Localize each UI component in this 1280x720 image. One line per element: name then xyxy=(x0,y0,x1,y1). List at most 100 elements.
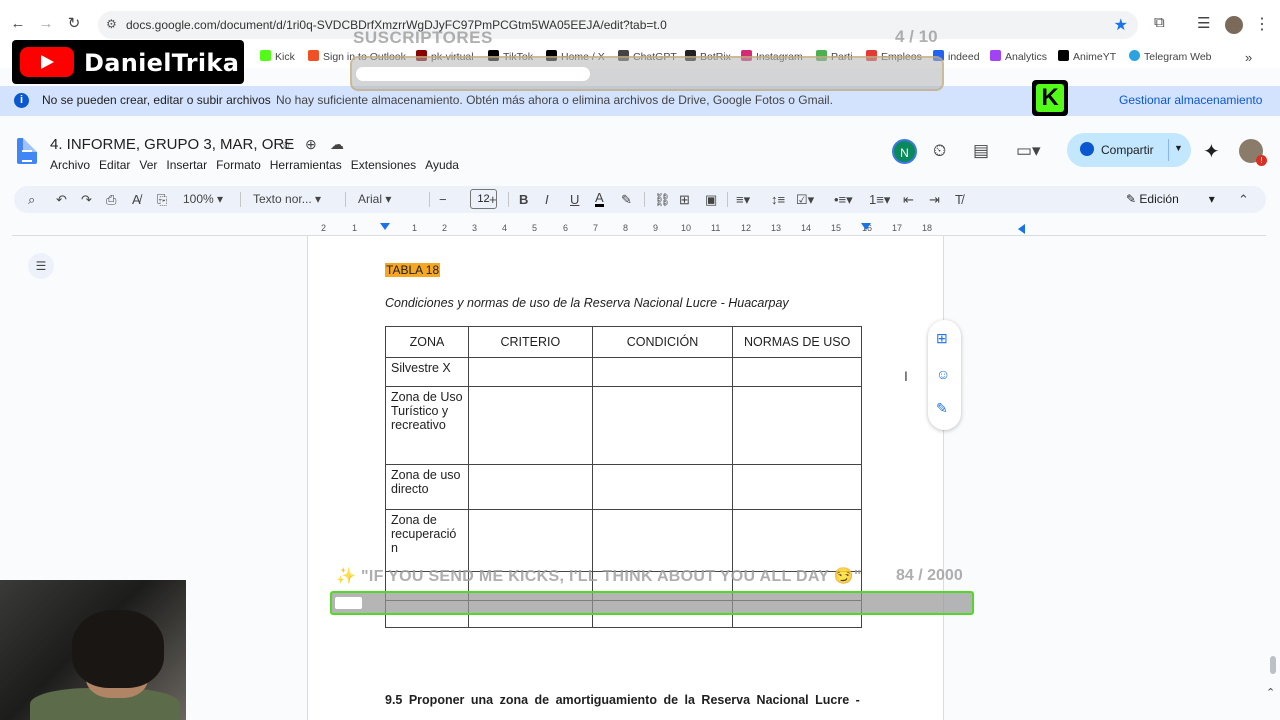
decrease-font-icon[interactable]: − xyxy=(439,192,447,207)
increase-font-icon[interactable]: + xyxy=(489,192,497,207)
style-select[interactable]: Texto nor... ▾ xyxy=(253,192,321,206)
header-criterio[interactable]: CRITERIO xyxy=(467,326,593,358)
add-comment-icon[interactable]: ⊞ xyxy=(936,330,948,347)
profile-avatar[interactable] xyxy=(1225,16,1243,34)
table-caption[interactable]: Condiciones y normas de uso de la Reserv… xyxy=(385,296,789,310)
italic-icon[interactable]: I xyxy=(545,192,549,207)
editing-toolbar: ⌕ ↶ ↷ ⎙ A̸ ⎘ 100% ▾ Texto nor... ▾ Arial… xyxy=(14,186,1266,213)
paint-format-icon[interactable]: ⎘ xyxy=(157,192,167,208)
table-label[interactable]: TABLA 18 xyxy=(385,263,441,277)
bullet-list-icon[interactable]: •≡▾ xyxy=(834,192,853,208)
share-button[interactable]: Compartir ▼ xyxy=(1067,133,1191,167)
address-bar[interactable]: ⚙ docs.google.com/document/d/1ri0q-SVDCB… xyxy=(98,11,1138,39)
document-outline-icon[interactable]: ☰ xyxy=(28,253,54,279)
menu-formato[interactable]: Formato xyxy=(216,158,261,172)
header-condicion[interactable]: CONDICIÓN xyxy=(591,326,734,358)
comments-icon[interactable]: ▤ xyxy=(973,141,989,161)
redo-icon[interactable]: ↷ xyxy=(81,192,92,208)
collaborator-avatar[interactable]: N xyxy=(892,139,917,164)
align-icon[interactable]: ≡▾ xyxy=(736,192,750,208)
print-icon[interactable]: ⎙ xyxy=(106,192,116,208)
menu-ver[interactable]: Ver xyxy=(139,158,157,172)
add-comment-icon[interactable]: ⊞ xyxy=(679,192,690,208)
bookmark-kick[interactable]: Kick xyxy=(260,50,295,63)
manage-storage-link[interactable]: Gestionar almacenamiento xyxy=(1119,93,1262,107)
table-cell[interactable] xyxy=(591,357,734,387)
section-heading[interactable]: 9.5 Proponer una zona de amortiguamiento… xyxy=(385,693,867,707)
numbered-list-icon[interactable]: 1≡▾ xyxy=(869,192,890,208)
bookmark-telegram[interactable]: Telegram Web xyxy=(1129,50,1212,63)
table-cell[interactable]: Silvestre X xyxy=(385,357,469,387)
table-cell[interactable] xyxy=(591,509,734,572)
table-cell[interactable]: Zona de recuperació n xyxy=(385,509,469,572)
editing-mode-select[interactable]: ✎ Edición ▾ xyxy=(1126,192,1215,206)
gemini-icon[interactable]: ✦ xyxy=(1203,139,1220,164)
table-cell[interactable] xyxy=(591,464,734,510)
table-cell[interactable] xyxy=(467,386,593,465)
menu-extensiones[interactable]: Extensiones xyxy=(351,158,416,172)
link-icon[interactable]: ⛓ xyxy=(654,192,671,208)
table-cell[interactable] xyxy=(467,464,593,510)
site-info-icon[interactable]: ⚙ xyxy=(106,17,117,31)
text-color-icon[interactable]: A xyxy=(595,191,604,207)
menu-editar[interactable]: Editar xyxy=(99,158,130,172)
insert-image-icon[interactable]: ▣ xyxy=(705,192,717,208)
bookmark-animeyt[interactable]: AnimeYT xyxy=(1058,50,1116,63)
clear-formatting-icon[interactable]: T̸ xyxy=(955,192,963,207)
extensions-icon[interactable]: ⧉ xyxy=(1154,14,1165,31)
menu-insertar[interactable]: Insertar xyxy=(166,158,207,172)
left-indent-marker[interactable] xyxy=(380,223,390,230)
scrollbar-thumb[interactable] xyxy=(1270,656,1276,674)
document-title[interactable]: 4. INFORME, GRUPO 3, MAR, ORE xyxy=(50,136,294,153)
docs-logo-icon[interactable] xyxy=(17,138,37,164)
right-indent-marker[interactable] xyxy=(861,223,871,230)
forward-icon[interactable]: → xyxy=(36,14,56,34)
collapse-toolbar-icon[interactable]: ⌃ xyxy=(1238,192,1249,208)
spellcheck-icon[interactable]: A̸ xyxy=(132,192,141,207)
table-cell[interactable]: Zona de Uso Turístico y recreativo xyxy=(385,386,469,465)
checklist-icon[interactable]: ☑▾ xyxy=(796,192,814,208)
menu-archivo[interactable]: Archivo xyxy=(50,158,90,172)
underline-icon[interactable]: U xyxy=(570,192,579,207)
share-dropdown-icon[interactable]: ▼ xyxy=(1174,143,1183,153)
undo-icon[interactable]: ↶ xyxy=(56,192,67,208)
vertical-ruler-marker[interactable] xyxy=(1018,224,1025,234)
reload-icon[interactable]: ↻ xyxy=(64,14,84,34)
star-icon[interactable]: ☆ xyxy=(280,136,293,153)
highlight-icon[interactable]: ✎ xyxy=(621,192,632,208)
move-folder-icon[interactable]: ⊕ xyxy=(305,136,317,153)
font-select[interactable]: Arial ▾ xyxy=(358,192,391,206)
emoji-reaction-icon[interactable]: ☺ xyxy=(936,366,950,382)
scroll-arrow-icon[interactable]: ⌃ xyxy=(1266,686,1275,699)
header-zona[interactable]: ZONA xyxy=(385,326,469,358)
suggest-edit-icon[interactable]: ✎ xyxy=(936,400,948,417)
table-cell[interactable] xyxy=(732,464,862,510)
table-cell[interactable] xyxy=(591,386,734,465)
decrease-indent-icon[interactable]: ⇤ xyxy=(903,192,914,208)
chrome-menu-icon[interactable]: ⋮ xyxy=(1254,14,1270,34)
table-cell[interactable] xyxy=(467,509,593,572)
table-cell[interactable] xyxy=(732,386,862,465)
bookmark-analytics[interactable]: Analytics xyxy=(990,50,1047,63)
menu-herramientas[interactable]: Herramientas xyxy=(270,158,342,172)
table-cell[interactable]: Zona de uso directo xyxy=(385,464,469,510)
meet-icon[interactable]: ▭▾ xyxy=(1016,141,1041,161)
increase-indent-icon[interactable]: ⇥ xyxy=(929,192,940,208)
version-history-icon[interactable]: ⏲ xyxy=(933,141,946,161)
table-cell[interactable] xyxy=(732,357,862,387)
bookmark-star-icon[interactable]: ★ xyxy=(1114,15,1128,35)
banner-title: No se pueden crear, editar o subir archi… xyxy=(42,93,271,107)
search-menus-icon[interactable]: ⌕ xyxy=(28,192,35,208)
table-cell[interactable] xyxy=(732,509,862,572)
more-bookmarks-icon[interactable]: » xyxy=(1245,50,1252,65)
bold-icon[interactable]: B xyxy=(519,192,528,207)
line-spacing-icon[interactable]: ↕≡ xyxy=(771,192,785,207)
account-avatar[interactable]: ! xyxy=(1239,139,1267,166)
menu-ayuda[interactable]: Ayuda xyxy=(425,158,459,172)
zoom-select[interactable]: 100% ▾ xyxy=(183,192,223,206)
cloud-saved-icon[interactable]: ☁ xyxy=(330,136,344,153)
back-icon[interactable]: ← xyxy=(8,14,28,34)
table-cell[interactable] xyxy=(467,357,593,387)
media-icon[interactable]: ☰ xyxy=(1197,14,1210,32)
header-normas[interactable]: NORMAS DE USO xyxy=(732,326,862,358)
